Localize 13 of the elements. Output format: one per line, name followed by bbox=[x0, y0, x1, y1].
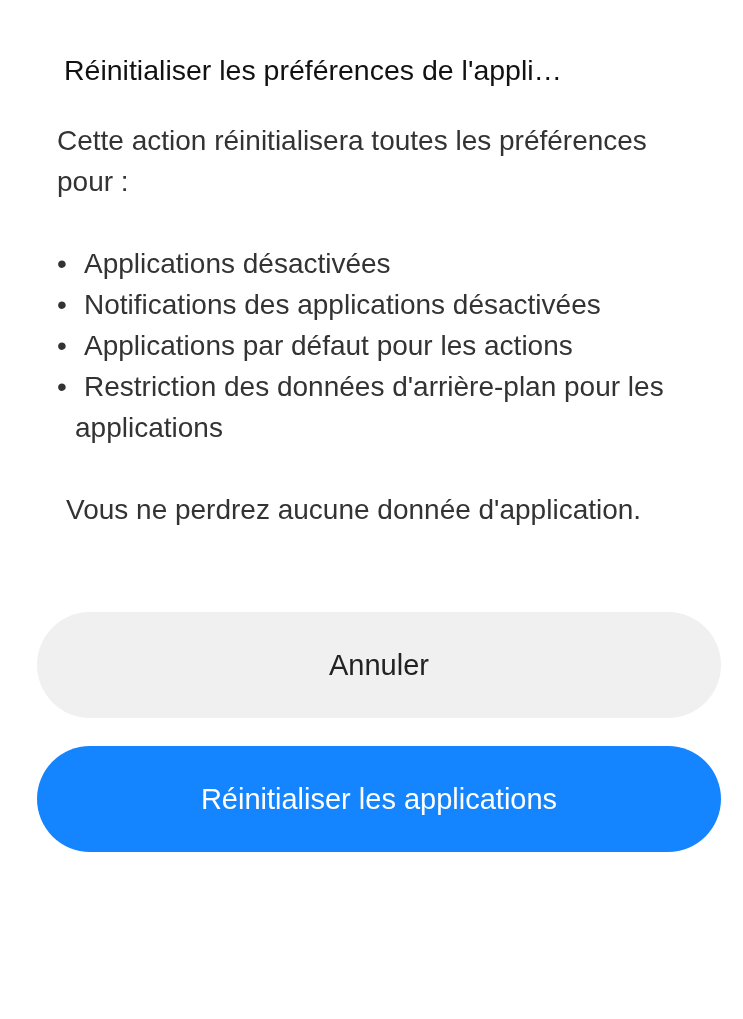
intro-text: Cette action réinitialisera toutes les préférences pour : bbox=[57, 124, 648, 199]
list-item-text: Applications désactivées bbox=[83, 247, 391, 281]
note-text: Vous ne perdrez aucune donnée d'application. bbox=[65, 493, 643, 527]
list-item-text: Applications par défaut pour les actions bbox=[83, 329, 573, 363]
bullet: • bbox=[57, 247, 68, 281]
reset-button[interactable]: Réinitialiser les applications bbox=[37, 746, 721, 852]
bullet: • bbox=[57, 370, 68, 404]
dialog-title: Réinitialiser les préférences de l'appli… bbox=[64, 53, 564, 88]
bullet: • bbox=[57, 288, 68, 322]
cancel-button[interactable]: Annuler bbox=[37, 612, 721, 718]
list-item-text: Notifications des applications désactivées bbox=[83, 288, 601, 322]
bullet: • bbox=[57, 329, 68, 363]
list-item-text: Restriction des données d'arrière-plan pour les applications bbox=[75, 370, 665, 445]
